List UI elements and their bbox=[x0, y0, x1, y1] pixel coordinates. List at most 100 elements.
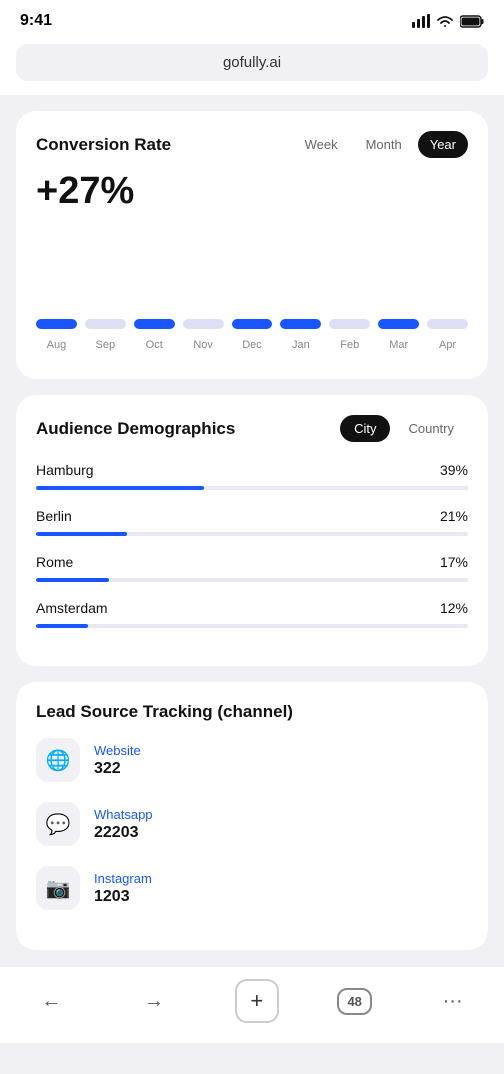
lead-name: Website bbox=[94, 743, 141, 758]
url-display[interactable]: gofully.ai bbox=[16, 44, 488, 81]
address-bar: gofully.ai bbox=[0, 38, 504, 95]
bar bbox=[85, 319, 126, 329]
wifi-icon bbox=[436, 15, 454, 28]
main-content: Conversion Rate Week Month Year +27% Aug… bbox=[0, 95, 504, 966]
bar-label: Nov bbox=[193, 339, 213, 351]
demo-row: Berlin 21% bbox=[36, 508, 468, 536]
demo-pct-label: 12% bbox=[440, 600, 468, 616]
bar-label: Aug bbox=[47, 339, 67, 351]
conversion-value: +27% bbox=[36, 170, 468, 213]
bar bbox=[232, 319, 273, 329]
status-icons bbox=[412, 14, 484, 28]
lead-info: Website 322 bbox=[94, 743, 141, 778]
bar-col: Nov bbox=[183, 319, 224, 351]
demo-row-header: Berlin 21% bbox=[36, 508, 468, 524]
lead-count: 1203 bbox=[94, 888, 152, 906]
progress-bar bbox=[36, 578, 468, 582]
lead-count: 22203 bbox=[94, 824, 153, 842]
bar-label: Oct bbox=[146, 339, 163, 351]
progress-fill bbox=[36, 578, 109, 582]
demo-pct-label: 39% bbox=[440, 462, 468, 478]
bar-col: Sep bbox=[85, 319, 126, 351]
tab-count-badge[interactable]: 48 bbox=[337, 988, 371, 1015]
lead-name: Instagram bbox=[94, 871, 152, 886]
demo-city-label: Amsterdam bbox=[36, 600, 108, 616]
progress-bar bbox=[36, 532, 468, 536]
bar bbox=[183, 319, 224, 329]
demographics-title: Audience Demographics bbox=[36, 419, 235, 439]
demo-row: Hamburg 39% bbox=[36, 462, 468, 490]
city-filter-btn[interactable]: City bbox=[340, 415, 390, 442]
bar bbox=[378, 319, 419, 329]
demographics-list: Hamburg 39% Berlin 21% Rome 17% bbox=[36, 462, 468, 628]
bar-label: Mar bbox=[389, 339, 408, 351]
bar bbox=[36, 319, 77, 329]
bar-label: Sep bbox=[96, 339, 116, 351]
bar-col: Oct bbox=[134, 319, 175, 351]
lead-icon: 💬 bbox=[36, 802, 80, 846]
lead-name: Whatsapp bbox=[94, 807, 153, 822]
status-bar: 9:41 bbox=[0, 0, 504, 38]
bar bbox=[134, 319, 175, 329]
month-filter-btn[interactable]: Month bbox=[354, 131, 414, 158]
bar bbox=[280, 319, 321, 329]
demo-row-header: Amsterdam 12% bbox=[36, 600, 468, 616]
conversion-header: Conversion Rate Week Month Year bbox=[36, 131, 468, 158]
progress-bar bbox=[36, 486, 468, 490]
lead-row: 📷 Instagram 1203 bbox=[36, 866, 468, 910]
demographics-header: Audience Demographics City Country bbox=[36, 415, 468, 442]
conversion-rate-card: Conversion Rate Week Month Year +27% Aug… bbox=[16, 111, 488, 379]
status-time: 9:41 bbox=[20, 12, 52, 30]
signal-icon bbox=[412, 14, 430, 28]
bar-label: Feb bbox=[340, 339, 359, 351]
week-filter-btn[interactable]: Week bbox=[293, 131, 350, 158]
bar-label: Dec bbox=[242, 339, 262, 351]
demo-row-header: Hamburg 39% bbox=[36, 462, 468, 478]
conversion-filter-group: Week Month Year bbox=[293, 131, 468, 158]
demo-city-label: Berlin bbox=[36, 508, 72, 524]
bar-col: Aug bbox=[36, 319, 77, 351]
demo-row: Rome 17% bbox=[36, 554, 468, 582]
lead-source-card: Lead Source Tracking (channel) 🌐 Website… bbox=[16, 682, 488, 950]
bar-col: Jan bbox=[280, 319, 321, 351]
bar-col: Feb bbox=[329, 319, 370, 351]
demo-city-label: Rome bbox=[36, 554, 73, 570]
bar bbox=[427, 319, 468, 329]
bar-label: Apr bbox=[439, 339, 456, 351]
lead-icon: 📷 bbox=[36, 866, 80, 910]
lead-source-list: 🌐 Website 322 💬 Whatsapp 22203 📷 Instagr… bbox=[36, 738, 468, 910]
demo-city-label: Hamburg bbox=[36, 462, 94, 478]
demographics-filter-group: City Country bbox=[340, 415, 468, 442]
bar-chart: Aug Sep Oct Nov Dec Jan Feb Mar Apr bbox=[36, 231, 468, 351]
battery-icon bbox=[460, 15, 484, 28]
demo-pct-label: 17% bbox=[440, 554, 468, 570]
country-filter-btn[interactable]: Country bbox=[394, 415, 468, 442]
lead-row: 💬 Whatsapp 22203 bbox=[36, 802, 468, 846]
forward-button[interactable]: → bbox=[132, 979, 176, 1023]
demo-pct-label: 21% bbox=[440, 508, 468, 524]
lead-info: Whatsapp 22203 bbox=[94, 807, 153, 842]
add-button[interactable]: + bbox=[235, 979, 279, 1023]
bottom-nav: ← → + 48 ··· bbox=[0, 966, 504, 1043]
demo-row: Amsterdam 12% bbox=[36, 600, 468, 628]
back-button[interactable]: ← bbox=[29, 979, 73, 1023]
lead-row: 🌐 Website 322 bbox=[36, 738, 468, 782]
demographics-card: Audience Demographics City Country Hambu… bbox=[16, 395, 488, 666]
more-button[interactable]: ··· bbox=[431, 979, 475, 1023]
lead-source-title: Lead Source Tracking (channel) bbox=[36, 702, 468, 722]
bar-col: Dec bbox=[232, 319, 273, 351]
conversion-title: Conversion Rate bbox=[36, 135, 171, 155]
lead-info: Instagram 1203 bbox=[94, 871, 152, 906]
progress-bar bbox=[36, 624, 468, 628]
lead-count: 322 bbox=[94, 760, 141, 778]
bar bbox=[329, 319, 370, 329]
lead-icon: 🌐 bbox=[36, 738, 80, 782]
progress-fill bbox=[36, 532, 127, 536]
progress-fill bbox=[36, 624, 88, 628]
progress-fill bbox=[36, 486, 204, 490]
bar-label: Jan bbox=[292, 339, 310, 351]
year-filter-btn[interactable]: Year bbox=[418, 131, 468, 158]
bar-col: Mar bbox=[378, 319, 419, 351]
bar-col: Apr bbox=[427, 319, 468, 351]
demo-row-header: Rome 17% bbox=[36, 554, 468, 570]
